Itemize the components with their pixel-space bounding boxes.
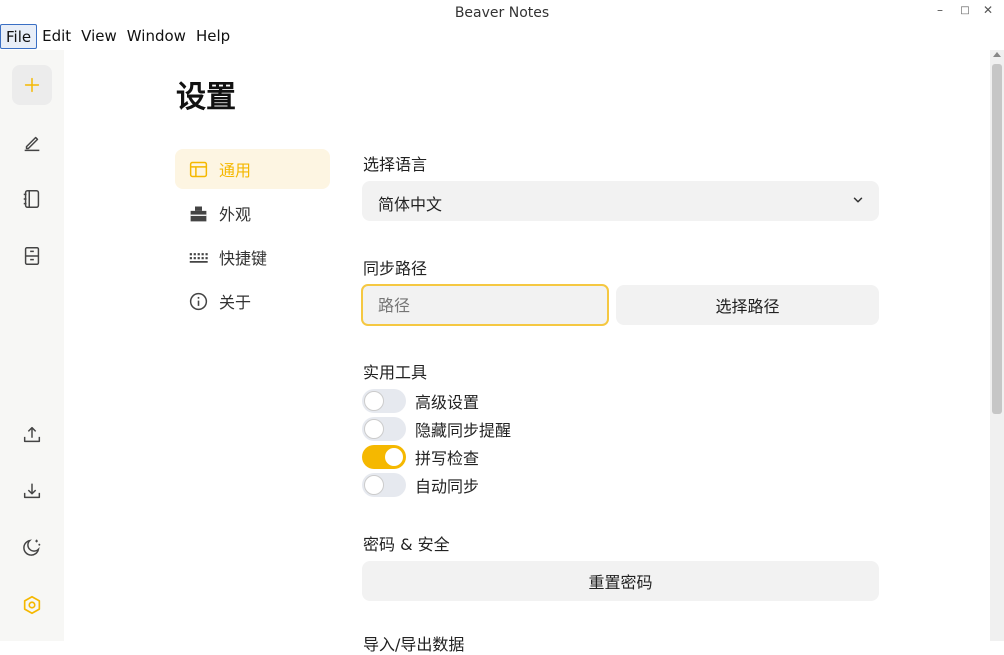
- language-select-value: 简体中文: [378, 195, 443, 214]
- utilities-label: 实用工具: [363, 363, 428, 382]
- add-note-button[interactable]: [12, 65, 52, 105]
- nav-item-label: 快捷键: [219, 249, 268, 268]
- security-label: 密码 & 安全: [363, 535, 450, 554]
- download-button[interactable]: [12, 471, 52, 511]
- upload-icon: [23, 426, 41, 443]
- archive-icon: [24, 247, 40, 265]
- toggle-label: 隐藏同步提醒: [415, 421, 512, 440]
- toggle-row-spellcheck: 拼写检查: [362, 445, 479, 469]
- notebook-button[interactable]: [12, 179, 52, 219]
- window-title: Beaver Notes: [454, 5, 550, 21]
- choose-path-button[interactable]: 选择路径: [616, 285, 879, 325]
- import-export-label: 导入/导出数据: [363, 635, 465, 654]
- auto-sync-toggle[interactable]: [362, 473, 406, 497]
- dark-mode-button[interactable]: [12, 527, 52, 567]
- menu-window[interactable]: Window: [122, 24, 191, 49]
- toggle-label: 自动同步: [415, 477, 480, 496]
- sidebar: [0, 50, 64, 641]
- settings-nav: 通用 外观 快捷键 关于: [175, 149, 330, 325]
- toggle-label: 高级设置: [415, 393, 480, 412]
- moon-icon: [23, 539, 41, 556]
- sync-path-label: 同步路径: [363, 259, 428, 278]
- chevron-down-icon: [853, 197, 863, 203]
- plus-icon: [24, 77, 40, 93]
- spellcheck-toggle[interactable]: [362, 445, 406, 469]
- toggle-row-advanced: 高级设置: [362, 389, 479, 413]
- notebook-icon: [23, 190, 40, 208]
- minimize-button[interactable]: –: [930, 3, 950, 17]
- nav-item-label: 关于: [219, 293, 252, 312]
- toggle-row-autosync: 自动同步: [362, 473, 479, 497]
- nav-item-about[interactable]: 关于: [175, 281, 330, 321]
- hide-sync-reminder-toggle[interactable]: [362, 417, 406, 441]
- toggle-knob: [364, 475, 384, 495]
- appearance-icon: [190, 206, 207, 221]
- scrollbar[interactable]: [990, 50, 1004, 641]
- page-title: 设置: [176, 80, 236, 115]
- archive-button[interactable]: [12, 236, 52, 276]
- nav-item-label: 通用: [219, 161, 252, 180]
- nav-item-general[interactable]: 通用: [175, 149, 330, 189]
- upload-button[interactable]: [12, 415, 52, 455]
- scroll-up-arrow-icon[interactable]: [993, 52, 1001, 57]
- window-icon: [189, 161, 208, 177]
- menu-file[interactable]: File: [0, 24, 38, 49]
- nav-item-label: 外观: [219, 205, 252, 224]
- settings-button[interactable]: [12, 585, 52, 625]
- maximize-button[interactable]: □: [955, 5, 975, 16]
- menu-edit[interactable]: Edit: [37, 24, 76, 49]
- toggle-row-hide-sync: 隐藏同步提醒: [362, 417, 511, 441]
- close-button[interactable]: ✕: [978, 3, 998, 17]
- scroll-thumb[interactable]: [992, 64, 1002, 414]
- toggle-knob: [384, 447, 404, 467]
- nav-item-shortcuts[interactable]: 快捷键: [175, 237, 330, 277]
- reset-password-button[interactable]: 重置密码: [362, 561, 879, 601]
- sync-path-input[interactable]: [361, 284, 609, 326]
- title-bar: Beaver Notes – □ ✕: [0, 0, 1004, 24]
- menu-bar: File Edit View Window Help: [0, 24, 1004, 50]
- download-icon: [23, 483, 41, 499]
- language-select[interactable]: 简体中文: [362, 181, 879, 221]
- settings-hexagon-icon: [23, 595, 41, 615]
- menu-view[interactable]: View: [76, 24, 122, 49]
- menu-help[interactable]: Help: [191, 24, 235, 49]
- toggle-knob: [364, 419, 384, 439]
- info-icon: [189, 292, 208, 310]
- toggle-knob: [364, 391, 384, 411]
- edit-note-button[interactable]: [12, 123, 52, 163]
- nav-item-appearance[interactable]: 外观: [175, 193, 330, 233]
- pencil-icon: [24, 136, 40, 152]
- keyboard-icon: [189, 252, 208, 263]
- toggle-label: 拼写检查: [415, 449, 480, 468]
- language-label: 选择语言: [363, 155, 428, 174]
- advanced-settings-toggle[interactable]: [362, 389, 406, 413]
